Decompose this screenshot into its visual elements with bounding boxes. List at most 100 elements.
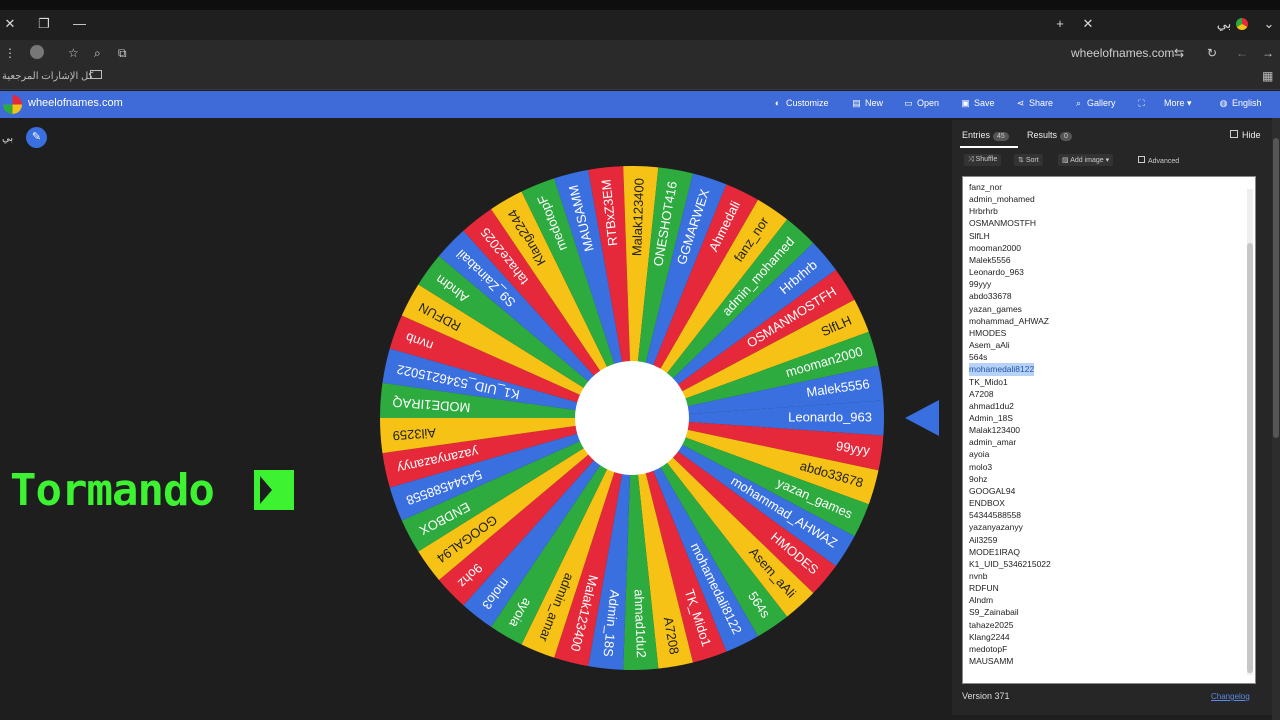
entry-item: TK_Mido1 bbox=[969, 376, 1008, 387]
bookmark-star-icon[interactable]: ☆ bbox=[68, 44, 79, 62]
entry-item: A7208 bbox=[969, 388, 994, 399]
search-icon[interactable]: ⌕ bbox=[94, 44, 101, 62]
more-button[interactable]: More ▾ bbox=[1164, 98, 1192, 109]
wheel-segment-label: Leonardo_963 bbox=[788, 409, 872, 424]
wheel-logo-icon bbox=[3, 95, 22, 114]
overlay-watermark-text: Tormando bbox=[10, 465, 215, 516]
caret-down-icon: ▾ bbox=[1187, 98, 1192, 108]
profile-icon[interactable] bbox=[30, 45, 44, 59]
language-button[interactable]: ◍ English bbox=[1218, 98, 1262, 109]
entry-item: K1_UID_5346215022 bbox=[969, 558, 1051, 569]
save-button[interactable]: ▣ Save bbox=[960, 98, 994, 109]
entry-item: 9ohz bbox=[969, 473, 988, 484]
folder-open-icon: ▭ bbox=[904, 98, 913, 108]
tab-close-button[interactable]: ✕ bbox=[1082, 15, 1094, 33]
caret-down-icon: ▾ bbox=[1105, 157, 1110, 164]
fullscreen-icon: ⛶ bbox=[1138, 98, 1145, 108]
entry-item: SlfLH bbox=[969, 230, 990, 241]
page-scrollbar[interactable] bbox=[1272, 118, 1280, 720]
entry-item: medotopF bbox=[969, 643, 1008, 654]
entry-item: RDFUN bbox=[969, 583, 999, 594]
entries-list: fanz_nor admin_mohamed Hrbrhrb OSMANMOSTFH S… bbox=[969, 181, 1051, 667]
reload-icon[interactable]: ↻ bbox=[1207, 44, 1217, 62]
entries-count-badge: 45 bbox=[993, 132, 1009, 141]
add-image-button[interactable]: ▨ Add image ▾ bbox=[1058, 154, 1114, 166]
window-close-button[interactable]: ✕ bbox=[4, 15, 16, 33]
entries-scrollbar-thumb[interactable] bbox=[1247, 243, 1253, 673]
entry-item: Malek5556 bbox=[969, 254, 1011, 265]
fullscreen-button[interactable]: ⛶ bbox=[1136, 98, 1150, 109]
new-tab-button[interactable]: + bbox=[1054, 15, 1066, 33]
tab-entries[interactable]: Entries 45 bbox=[962, 130, 1009, 141]
side-panel: Entries 45 Results 0 Hide ⤨ Shuffle ⇅ Sort… bbox=[952, 120, 1272, 715]
customize-button[interactable]: ◐ Customize bbox=[772, 98, 829, 108]
sort-button[interactable]: ⇅ Sort bbox=[1014, 154, 1043, 166]
folder-icon bbox=[90, 70, 102, 79]
bookmarks-all-label[interactable]: كل الإشارات المرجعية bbox=[2, 71, 93, 82]
wheel[interactable]: Leonardo_96399yyyabdo33678yazan_gamesmoh… bbox=[340, 160, 920, 680]
entry-item: abdo33678 bbox=[969, 291, 1012, 302]
entry-item: molo3 bbox=[969, 461, 993, 472]
menu-dots-icon[interactable]: ⋮ bbox=[4, 44, 16, 62]
wheel-center-hub[interactable] bbox=[575, 361, 689, 475]
window-restore-button[interactable]: ❐ bbox=[38, 15, 50, 33]
entry-item: mooman2000 bbox=[969, 242, 1021, 253]
site-name[interactable]: wheelofnames.com bbox=[28, 97, 123, 109]
tab-menu-button[interactable]: ⌄ bbox=[1262, 15, 1276, 33]
wheel-segment-label: ahmad1du2 bbox=[632, 589, 649, 658]
entry-item: HMODES bbox=[969, 327, 1007, 338]
entry-item: ahmad1du2 bbox=[969, 400, 1014, 411]
entry-item: Admin_18S bbox=[969, 412, 1013, 423]
shuffle-button[interactable]: ⤨ Shuffle bbox=[964, 154, 1002, 166]
entry-item: Klang2244 bbox=[969, 631, 1010, 642]
entry-item: Hrbrhrb bbox=[969, 206, 998, 217]
entry-item: yazan_games bbox=[969, 303, 1022, 314]
entry-item: Malak123400 bbox=[969, 425, 1021, 436]
shuffle-icon: ⤨ bbox=[968, 156, 974, 163]
entries-scrollbar[interactable] bbox=[1247, 189, 1253, 675]
entry-item: S9_Zainabail bbox=[969, 607, 1019, 618]
browser-tab-bar: ✕ ❐ — + ✕ بي ⌄ bbox=[0, 10, 1280, 40]
entry-item: yazanyazanyy bbox=[969, 522, 1023, 533]
entries-textarea[interactable]: fanz_nor admin_mohamed Hrbrhrb OSMANMOSTFH S… bbox=[962, 176, 1256, 684]
entry-item: 99yyy bbox=[969, 279, 992, 290]
entry-item: Ail3259 bbox=[969, 534, 998, 545]
palette-icon: ◐ bbox=[774, 98, 781, 108]
entry-item: MAUSAMM bbox=[969, 656, 1014, 667]
entry-item: 54344588558 bbox=[969, 510, 1022, 521]
url-text[interactable]: wheelofnames.com bbox=[1071, 44, 1174, 62]
wheel-pointer-icon bbox=[905, 400, 939, 436]
search-icon: ⌕ bbox=[1075, 98, 1082, 108]
browser-tab-title[interactable]: بي bbox=[1214, 15, 1234, 33]
wheel-segment-label: Ail3259 bbox=[392, 425, 436, 443]
entry-item: MODE1IRAQ bbox=[969, 546, 1021, 557]
image-icon: ▨ bbox=[1062, 157, 1069, 164]
hide-checkbox[interactable]: Hide bbox=[1230, 130, 1261, 140]
new-button[interactable]: ▤ New bbox=[851, 98, 883, 109]
changelog-link[interactable]: Changelog bbox=[1211, 692, 1250, 701]
checkbox-icon bbox=[1230, 130, 1238, 138]
back-icon[interactable]: → bbox=[1262, 44, 1274, 62]
share-button[interactable]: ⋖ Share bbox=[1015, 98, 1053, 109]
page-scrollbar-thumb[interactable] bbox=[1273, 138, 1279, 438]
tab-favicon-icon bbox=[1236, 18, 1248, 30]
entry-item: GOOGAL94 bbox=[969, 485, 1016, 496]
apps-grid-icon[interactable]: ▦ bbox=[1262, 69, 1273, 83]
entry-item: admin_amar bbox=[969, 437, 1017, 448]
file-icon: ▤ bbox=[852, 98, 861, 108]
install-app-icon[interactable]: ⧉ bbox=[118, 44, 127, 62]
window-minimize-button[interactable]: — bbox=[73, 15, 86, 33]
site-settings-icon[interactable]: ⇆ bbox=[1174, 44, 1184, 62]
forward-icon[interactable]: ← bbox=[1236, 44, 1248, 62]
app-header: wheelofnames.com ◐ Customize ▤ New ▭ Open ▣… bbox=[0, 91, 1280, 118]
gallery-button[interactable]: ⌕ Gallery bbox=[1073, 98, 1116, 109]
active-tab-underline bbox=[960, 146, 1018, 148]
tab-results[interactable]: Results 0 bbox=[1027, 130, 1072, 141]
advanced-checkbox[interactable]: Advanced bbox=[1134, 154, 1183, 167]
bookmarks-bar: كل الإشارات المرجعية ▦ bbox=[0, 66, 1280, 90]
sort-icon: ⇅ bbox=[1018, 157, 1024, 164]
entry-item: mohammad_AHWAZ bbox=[969, 315, 1049, 326]
results-count-badge: 0 bbox=[1060, 132, 1072, 141]
open-button[interactable]: ▭ Open bbox=[903, 98, 939, 109]
edit-pencil-icon[interactable]: ✎ bbox=[26, 127, 47, 148]
